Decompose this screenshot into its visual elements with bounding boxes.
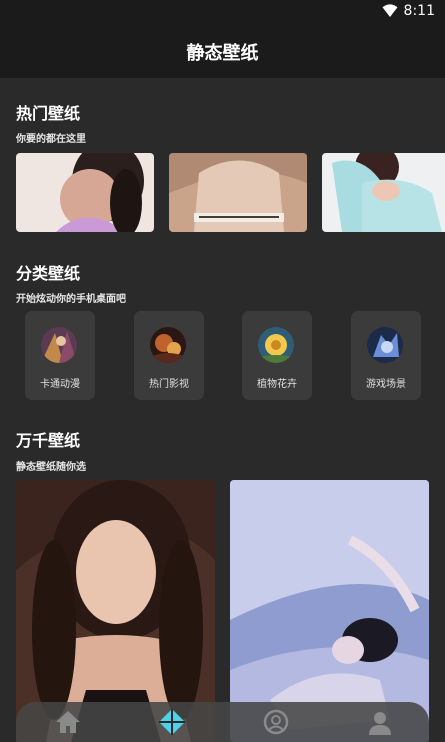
hot-wallpaper-thumb[interactable] [16, 153, 154, 232]
home-icon [56, 711, 80, 733]
category-section-subtitle: 开始炫动你的手机桌面吧 [16, 294, 126, 305]
category-section-title: 分类壁纸 [16, 264, 81, 283]
category-image [258, 327, 294, 363]
category-label: 游戏场景 [366, 379, 406, 390]
category-card-plants[interactable]: 植物花卉 [242, 311, 312, 400]
main-content[interactable]: 热门壁纸 你要的都在这里 分类壁纸 开始炫动你的手机桌面吧 卡通动漫 热门影视 … [0, 78, 445, 742]
category-card-cartoon[interactable]: 卡通动漫 [25, 311, 95, 400]
nav-profile[interactable] [366, 708, 394, 736]
circle-face-icon [263, 709, 289, 735]
hot-wallpaper-thumb[interactable] [322, 153, 445, 232]
status-bar: 8:11 [0, 0, 445, 24]
nav-discover[interactable] [262, 708, 290, 736]
category-card-movies[interactable]: 热门影视 [134, 311, 204, 400]
nav-home[interactable] [54, 708, 82, 736]
category-image [41, 327, 77, 363]
user-icon [369, 712, 391, 735]
category-label: 热门影视 [149, 379, 189, 390]
wallpaper-section-title: 万千壁纸 [16, 431, 81, 450]
category-image [150, 327, 186, 363]
status-indicators: 8:11 [382, 3, 435, 19]
nav-wallpaper[interactable] [158, 708, 186, 736]
bottom-navigation [16, 702, 429, 742]
app-bar: 静态壁纸 [0, 24, 445, 78]
category-image [367, 327, 403, 363]
page-title: 静态壁纸 [186, 43, 259, 64]
category-card-games[interactable]: 游戏场景 [351, 311, 421, 400]
category-list: 卡通动漫 热门影视 植物花卉 游戏场景 [0, 311, 445, 401]
hot-wallpaper-thumb[interactable] [169, 153, 307, 232]
hot-section-subtitle: 你要的都在这里 [16, 134, 86, 145]
diamond-logo-icon [159, 709, 185, 735]
hot-section-title: 热门壁纸 [16, 104, 81, 123]
category-label: 卡通动漫 [40, 379, 80, 390]
wallpaper-section-subtitle: 静态壁纸随你选 [16, 462, 86, 473]
status-time: 8:11 [403, 3, 435, 19]
hot-wallpaper-list[interactable] [16, 153, 445, 232]
category-label: 植物花卉 [257, 379, 297, 390]
wifi-icon [382, 4, 398, 17]
